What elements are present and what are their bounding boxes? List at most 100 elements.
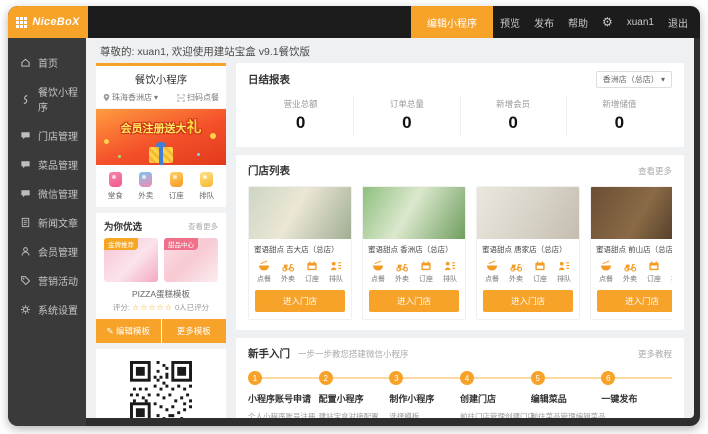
stores-row: 蜜语甜点 吉大店（总店） 点餐 外卖 订座 排队 进入门店 — [248, 186, 672, 320]
recommend-more-link[interactable]: 查看更多 — [188, 221, 218, 232]
qr-section: 扫描二维码用手机浏览 — [96, 349, 226, 418]
scooter-icon — [282, 260, 294, 272]
chevron-down-icon: ▾ — [154, 93, 158, 102]
service-reserve[interactable]: 订座 — [528, 260, 552, 284]
step-number: 2 — [319, 371, 333, 385]
bowl-icon — [486, 260, 498, 272]
panel-tab-restaurant-miniprogram[interactable]: 餐饮小程序 — [96, 66, 226, 92]
help-link[interactable]: 帮助 — [561, 6, 595, 38]
enter-store-button[interactable]: 进入门店 — [369, 290, 459, 312]
service-reserve[interactable]: 订座 — [300, 260, 324, 284]
edit-template-button[interactable]: ✎ 编辑模板 — [96, 319, 161, 343]
logout-link[interactable]: 退出 — [661, 6, 700, 38]
product-card[interactable]: 金牌推荐 — [104, 238, 158, 282]
enter-store-button[interactable]: 进入门店 — [597, 290, 672, 312]
reserve-icon — [170, 172, 183, 187]
dinein-icon — [109, 172, 122, 187]
service-queue[interactable]: 排队 — [438, 260, 462, 284]
service-queue[interactable]: 排队 — [552, 260, 576, 284]
quick-action-reserve[interactable]: 订座 — [161, 172, 192, 201]
service-order[interactable]: 点餐 — [480, 260, 504, 284]
enter-store-button[interactable]: 进入门店 — [255, 290, 345, 312]
store-photo — [249, 187, 351, 239]
topbar-right: 编辑小程序 预览 发布 帮助 ⚙ xuan1 退出 — [411, 6, 700, 38]
stat-new-deposits: 新增储值 0 — [566, 96, 672, 137]
confetti-dot — [210, 133, 216, 139]
sidebar-item-miniprogram[interactable]: 餐饮小程序 — [8, 77, 86, 121]
banner-title: 会员注册送大礼 — [96, 116, 226, 137]
report-title: 日结报表 — [248, 72, 290, 87]
sidebar-item-members[interactable]: 会员管理 — [8, 237, 86, 266]
main-area: 尊敬的: xuan1, 欢迎使用建站宝盒 v9.1餐饮版 餐饮小程序 珠海香洲店… — [86, 38, 694, 418]
edit-miniprogram-button[interactable]: 编辑小程序 — [411, 6, 493, 38]
step-number: 4 — [460, 371, 474, 385]
service-queue[interactable]: 排队 — [324, 260, 348, 284]
service-takeout[interactable]: 外卖 — [276, 260, 300, 284]
calendar-icon — [420, 260, 432, 272]
more-tutorials-link[interactable]: 更多教程 — [638, 348, 672, 360]
sidebar-item-store-mgmt[interactable]: 门店管理 — [8, 121, 86, 150]
service-reserve[interactable]: 订座 — [642, 260, 666, 284]
quick-action-dinein[interactable]: 堂食 — [100, 172, 131, 201]
settings-gear[interactable]: ⚙ — [595, 6, 620, 38]
service-order[interactable]: 点餐 — [252, 260, 276, 284]
store-select-dropdown[interactable]: 香洲店（总店） ▾ — [596, 71, 672, 88]
confetti-dot — [104, 139, 109, 144]
enter-store-button[interactable]: 进入门店 — [483, 290, 573, 312]
service-takeout[interactable]: 外卖 — [618, 260, 642, 284]
guide-steps: 1 小程序账号申请 个人小程序账号注册 企业小程序账号注册、认证 微信公众号注册… — [248, 371, 672, 418]
document-icon — [20, 217, 31, 228]
quick-action-queue[interactable]: 排队 — [192, 172, 223, 201]
tag-icon — [20, 275, 31, 286]
app-logo[interactable]: NiceBoX — [8, 6, 88, 38]
store-list-card: 门店列表 查看更多 蜜语甜点 吉大店（总店） 点餐 外卖 订座 — [236, 155, 684, 330]
service-queue[interactable]: 排队 — [666, 260, 672, 284]
queue-icon — [444, 260, 456, 272]
queue-icon — [558, 260, 570, 272]
scooter-icon — [510, 260, 522, 272]
guide-subtitle: 一步一步教您搭建微信小程序 — [298, 348, 409, 360]
service-order[interactable]: 点餐 — [594, 260, 618, 284]
sidebar-item-settings[interactable]: 系统设置 — [8, 295, 86, 324]
calendar-icon — [534, 260, 546, 272]
grid-icon — [16, 17, 27, 28]
more-templates-button[interactable]: 更多模板 — [162, 319, 227, 343]
step-number: 5 — [531, 371, 545, 385]
sidebar: 首页 餐饮小程序 门店管理 菜品管理 微信管理 新闻文章 — [8, 38, 86, 426]
qr-code — [130, 361, 192, 418]
service-order[interactable]: 点餐 — [366, 260, 390, 284]
username-menu[interactable]: xuan1 — [620, 6, 661, 38]
store-list-more-link[interactable]: 查看更多 — [638, 165, 672, 177]
service-takeout[interactable]: 外卖 — [504, 260, 528, 284]
stat-orders: 订单总量 0 — [353, 96, 459, 137]
scan-order-button[interactable]: 扫码点餐 — [177, 92, 219, 103]
welcome-text: 尊敬的: xuan1, 欢迎使用建站宝盒 v9.1餐饮版 — [86, 38, 694, 63]
quick-actions: 堂食 外卖 订座 排队 — [96, 165, 226, 207]
sidebar-item-marketing[interactable]: 营销活动 — [8, 266, 86, 295]
calendar-icon — [648, 260, 660, 272]
step-number: 3 — [389, 371, 403, 385]
sidebar-item-home[interactable]: 首页 — [8, 48, 86, 77]
store-card: 蜜语甜点 香洲店（总店） 点餐 外卖 订座 排队 进入门店 — [362, 186, 466, 320]
product-card[interactable]: 甜品中心 — [164, 238, 218, 282]
guide-step-3: 3 制作小程序 选择模板 设计制作 — [389, 371, 460, 418]
publish-link[interactable]: 发布 — [527, 6, 561, 38]
service-reserve[interactable]: 订座 — [414, 260, 438, 284]
sidebar-item-dish-mgmt[interactable]: 菜品管理 — [8, 150, 86, 179]
sidebar-item-news[interactable]: 新闻文章 — [8, 208, 86, 237]
service-takeout[interactable]: 外卖 — [390, 260, 414, 284]
stat-new-members: 新增会员 0 — [460, 96, 566, 137]
sidebar-item-wechat-mgmt[interactable]: 微信管理 — [8, 179, 86, 208]
location-pin-icon — [103, 93, 110, 102]
stat-revenue: 营业总额 0 — [248, 96, 353, 137]
recommend-title: 为你优选 — [104, 219, 142, 233]
logo-text: NiceBoX — [32, 16, 79, 28]
preview-link[interactable]: 预览 — [493, 6, 527, 38]
member-promo-banner[interactable]: 会员注册送大礼 — [96, 109, 226, 165]
step-number: 6 — [601, 371, 615, 385]
quick-action-takeout[interactable]: 外卖 — [131, 172, 162, 201]
chat-bubble-icon — [20, 130, 31, 141]
location-selector[interactable]: 珠海香洲店 ▾ — [103, 92, 158, 103]
store-card: 蜜语甜点 前山店（总店） 点餐 外卖 订座 排队 进入门店 — [590, 186, 672, 320]
queue-icon — [200, 172, 213, 187]
